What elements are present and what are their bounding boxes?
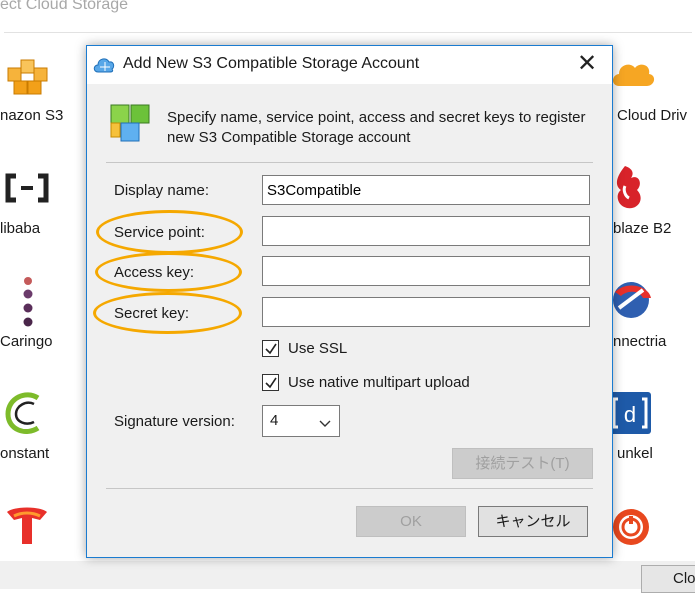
cloud-drive-icon[interactable] [611, 58, 655, 96]
secret-key-input[interactable] [262, 297, 590, 327]
alibaba-icon[interactable] [4, 172, 50, 208]
use-ssl-label: Use SSL [288, 340, 348, 357]
connectria-icon[interactable] [609, 278, 653, 326]
provider-dunkel-label[interactable]: unkel [617, 445, 695, 462]
dunkel-icon[interactable]: d [608, 391, 652, 439]
background-window-title: ect Cloud Storage [0, 0, 129, 13]
provider-alibaba-label[interactable]: libaba [0, 220, 90, 237]
highlight-secret-key [93, 292, 242, 334]
checkmark-icon [262, 340, 279, 357]
signature-version-select[interactable]: 4 [262, 405, 340, 437]
dialog-title: Add New S3 Compatible Storage Account [123, 55, 420, 72]
dialog-intro-text: Specify name, service point, access and … [167, 109, 586, 146]
close-icon[interactable]: ✕ [569, 52, 605, 78]
storage-cubes-icon [107, 99, 155, 151]
service-point-input[interactable] [262, 216, 590, 246]
life-ring-icon[interactable] [610, 506, 652, 552]
constant-icon[interactable] [4, 390, 48, 440]
connection-test-button[interactable]: 接続テスト(T) [452, 448, 593, 479]
cloud-globe-icon [93, 55, 115, 79]
signature-version-label: Signature version: [114, 413, 235, 430]
access-key-input[interactable] [262, 256, 590, 286]
provider-caringo-label[interactable]: Caringo [0, 333, 90, 350]
chevron-down-icon [319, 415, 331, 432]
highlight-access-key [95, 252, 242, 292]
dialog-titlebar[interactable]: Add New S3 Compatible Storage Account ✕ [87, 46, 612, 84]
svg-text:d: d [624, 402, 636, 427]
caringo-icon[interactable] [20, 276, 36, 332]
provider-cloud-drive-label[interactable]: Cloud Driv [617, 107, 695, 124]
display-name-input[interactable] [262, 175, 590, 205]
signature-version-value: 4 [270, 412, 279, 429]
provider-backblaze-b2-label[interactable]: blaze B2 [613, 220, 695, 237]
checkmark-icon [262, 374, 279, 391]
ok-button[interactable]: OK [356, 506, 466, 537]
amazon-s3-icon[interactable] [6, 54, 50, 104]
backblaze-icon[interactable] [611, 164, 645, 214]
provider-connectria-label[interactable]: nnectria [613, 333, 695, 350]
t-cloud-icon[interactable] [4, 504, 50, 552]
provider-amazon-s3-label[interactable]: nazon S3 [0, 107, 90, 124]
display-name-label: Display name: [114, 182, 210, 199]
highlight-service-point [96, 210, 243, 254]
separator-bottom [106, 488, 593, 489]
separator-top [106, 162, 593, 163]
provider-constant-label[interactable]: onstant [0, 445, 90, 462]
use-multipart-checkbox[interactable]: Use native multipart upload [262, 374, 470, 391]
background-footer [0, 561, 695, 589]
use-ssl-checkbox[interactable]: Use SSL [262, 340, 347, 357]
use-multipart-label: Use native multipart upload [288, 374, 470, 391]
cancel-button[interactable]: キャンセル [478, 506, 588, 537]
